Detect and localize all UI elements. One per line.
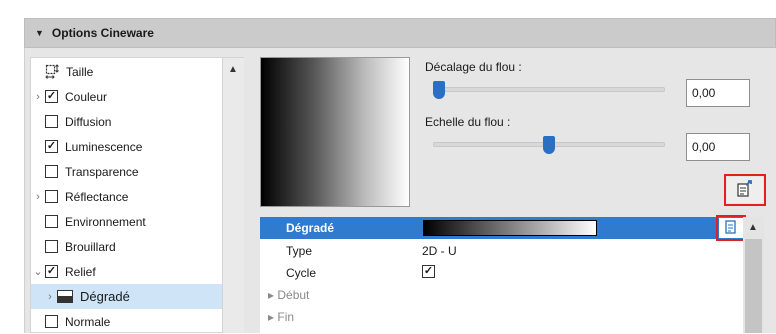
tree-item-label: Taille (66, 64, 94, 79)
tree-item-luminescence[interactable]: Luminescence (31, 134, 222, 159)
properties-scrollbar[interactable]: ▲ (743, 217, 764, 333)
section-header[interactable]: ▼ Options Cineware (24, 18, 776, 48)
property-row-cycle[interactable]: Cycle (260, 262, 743, 284)
tree-item-normale[interactable]: Normale (31, 309, 222, 334)
checkbox-relief[interactable] (45, 265, 58, 278)
checkbox-normale[interactable] (45, 315, 58, 328)
property-key: Début (277, 288, 310, 302)
channel-tree: Taille › Couleur Diffusion Luminescence … (30, 57, 223, 333)
checkbox-transparence[interactable] (45, 165, 58, 178)
property-key: Type (286, 244, 313, 258)
gradient-edit-button[interactable] (719, 218, 743, 238)
blur-scale-slider-thumb[interactable] (543, 136, 555, 154)
property-row-end[interactable]: ▸ Fin (260, 306, 743, 328)
tree-item-label: Couleur (65, 89, 108, 104)
scroll-up-icon[interactable]: ▲ (228, 64, 238, 75)
collapse-caret-icon[interactable]: ▼ (35, 28, 44, 38)
size-icon (45, 63, 61, 80)
tree-item-reflectance[interactable]: › Réflectance (31, 184, 222, 209)
properties-table: Dégradé Type 2D - U Cycle ▸ Début ▸ Fin (260, 217, 743, 333)
tree-item-brouillard[interactable]: Brouillard (31, 234, 222, 259)
export-icon (735, 179, 755, 202)
tree-item-taille[interactable]: Taille (31, 59, 222, 84)
section-title: Options Cineware (51, 26, 154, 40)
property-row-type[interactable]: Type 2D - U (260, 240, 743, 262)
property-row-start[interactable]: ▸ Début (260, 284, 743, 306)
property-key: Cycle (286, 266, 317, 280)
tree-item-label: Dégradé (80, 289, 130, 304)
tree-item-transparence[interactable]: Transparence (31, 159, 222, 184)
gradient-preview (260, 57, 410, 207)
tree-item-couleur[interactable]: › Couleur (31, 84, 222, 109)
property-key: Dégradé (286, 221, 335, 235)
tree-item-label: Relief (65, 264, 96, 279)
blur-scale-input[interactable]: 0,00 (686, 133, 750, 161)
checkbox-environnement[interactable] (45, 215, 58, 228)
blur-offset-slider-thumb[interactable] (433, 81, 445, 99)
tree-scrollbar[interactable]: ▲ (223, 57, 244, 333)
chevron-right-icon[interactable]: ▸ (268, 310, 277, 324)
checkbox-reflectance[interactable] (45, 190, 58, 203)
tree-item-degrade[interactable]: › Dégradé (31, 284, 222, 309)
cycle-checkbox[interactable] (422, 265, 435, 278)
blur-offset-slider-track[interactable] (433, 87, 665, 92)
tree-item-label: Réflectance (65, 189, 129, 204)
checkbox-diffusion[interactable] (45, 115, 58, 128)
property-row-gradient[interactable]: Dégradé (260, 217, 743, 239)
scrollbar-thumb[interactable] (745, 239, 762, 333)
tree-item-label: Brouillard (65, 239, 116, 254)
scroll-up-icon[interactable]: ▲ (748, 222, 758, 233)
tree-item-diffusion[interactable]: Diffusion (31, 109, 222, 134)
tree-item-relief[interactable]: ⌄ Relief (31, 259, 222, 284)
checkbox-couleur[interactable] (45, 90, 58, 103)
tree-item-label: Transparence (65, 164, 139, 179)
blur-offset-input[interactable]: 0,00 (686, 79, 750, 107)
checkbox-luminescence[interactable] (45, 140, 58, 153)
gradient-icon (57, 290, 73, 303)
property-key: Fin (277, 310, 295, 324)
tree-item-label: Luminescence (65, 139, 143, 154)
blur-scale-label: Echelle du flou : (425, 115, 511, 129)
edit-texture-button[interactable] (727, 177, 763, 203)
tree-item-label: Normale (65, 314, 111, 329)
chevron-right-icon[interactable]: ▸ (268, 288, 277, 302)
tree-item-label: Diffusion (65, 114, 112, 129)
cineware-options-window: ▼ Options Cineware Taille › Couleur Diff… (0, 0, 776, 333)
chevron-right-icon[interactable]: › (31, 191, 45, 203)
checkbox-brouillard[interactable] (45, 240, 58, 253)
property-value[interactable]: 2D - U (422, 244, 457, 258)
chevron-right-icon[interactable]: › (43, 291, 57, 303)
chevron-right-icon[interactable]: › (31, 91, 45, 103)
tree-item-environnement[interactable]: Environnement (31, 209, 222, 234)
blur-offset-label: Décalage du flou : (425, 60, 522, 74)
tree-item-label: Environnement (65, 214, 146, 229)
chevron-down-icon[interactable]: ⌄ (31, 265, 45, 278)
document-edit-icon (724, 219, 738, 238)
gradient-bar[interactable] (423, 220, 597, 236)
